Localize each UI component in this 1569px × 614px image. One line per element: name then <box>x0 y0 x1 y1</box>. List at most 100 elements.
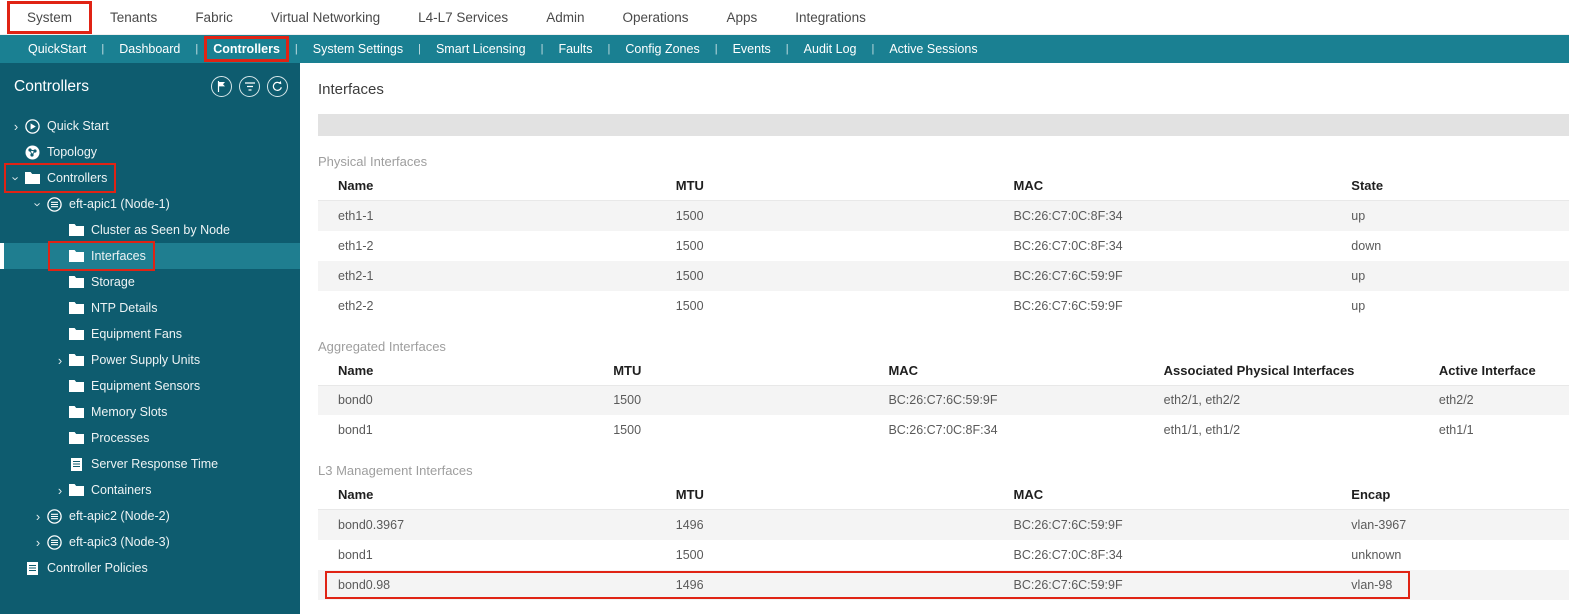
cell-mac: BC:26:C7:6C:59:9F <box>1013 268 1123 283</box>
sidebar-tree: › Quick Start Topology › Controllers › eft-api… <box>0 113 300 581</box>
chevron-right-icon[interactable]: › <box>30 536 46 549</box>
sidebar-item-equipment-sensors[interactable]: Equipment Sensors <box>0 373 300 399</box>
table-row-bond0-3967[interactable]: bond0.3967 1496 BC:26:C7:6C:59:9F vlan-3967 <box>318 509 1569 540</box>
subnav-separator: | <box>195 43 199 55</box>
sidebar-item-interfaces[interactable]: Interfaces <box>0 241 300 271</box>
sidebar-item-quick-start[interactable]: › Quick Start <box>0 113 300 139</box>
topnav-item-apps[interactable]: Apps <box>708 2 777 33</box>
table-row-bond1[interactable]: bond1 1500 BC:26:C7:0C:8F:34 unknown <box>318 540 1569 570</box>
refresh-icon[interactable] <box>267 76 288 97</box>
cell-mac: BC:26:C7:6C:59:9F <box>888 393 998 408</box>
column-header-mtu[interactable]: MTU <box>593 355 869 386</box>
column-header-name[interactable]: Name <box>318 171 656 201</box>
chevron-right-icon[interactable]: › <box>52 484 68 497</box>
topnav-item-virtual-networking[interactable]: Virtual Networking <box>252 2 399 33</box>
column-header-active-interface[interactable]: Active Interface <box>1418 355 1569 386</box>
cell-associated-physical-interfaces: eth1/1, eth1/2 <box>1163 423 1241 437</box>
sidebar-item-controller-policies[interactable]: Controller Policies <box>0 555 300 581</box>
column-header-mac[interactable]: MAC <box>993 171 1332 201</box>
table-row-bond0[interactable]: bond0 1500 BC:26:C7:6C:59:9F eth2/1, eth2/2… <box>318 385 1569 415</box>
column-header-mac[interactable]: MAC <box>993 480 1332 510</box>
subnav-item-quickstart[interactable]: QuickStart <box>22 39 92 59</box>
sidebar-item-equipment-fans[interactable]: Equipment Fans <box>0 321 300 347</box>
column-header-mac[interactable]: MAC <box>868 355 1144 386</box>
pin-icon[interactable] <box>211 76 232 97</box>
sidebar-item-eft-apic3-node-3[interactable]: › eft-apic3 (Node-3) <box>0 529 300 555</box>
subnav-item-active-sessions[interactable]: Active Sessions <box>883 39 983 59</box>
table-row-bond1[interactable]: bond1 1500 BC:26:C7:0C:8F:34 eth1/1, eth1/2… <box>318 415 1569 445</box>
chevron-down-icon[interactable]: › <box>9 170 24 186</box>
cell-mac: BC:26:C7:0C:8F:34 <box>1013 238 1123 253</box>
tree-item-label: Cluster as Seen by Node <box>91 222 230 237</box>
table-row-eth1-2[interactable]: eth1-2 1500 BC:26:C7:0C:8F:34 down <box>318 231 1569 261</box>
topnav-item-system[interactable]: System <box>6 0 93 34</box>
node-icon <box>46 196 62 212</box>
sidebar-item-containers[interactable]: › Containers <box>0 477 300 503</box>
sidebar-item-storage[interactable]: Storage <box>0 269 300 295</box>
cell-name: bond0.3967 <box>338 517 405 532</box>
cell-state: up <box>1351 298 1366 313</box>
table-physical-interfaces: Name MTU MAC State eth1-1 1500 BC:26:C7:0C:8F:… <box>318 171 1569 321</box>
sidebar-item-eft-apic2-node-2[interactable]: › eft-apic2 (Node-2) <box>0 503 300 529</box>
topnav-item-fabric[interactable]: Fabric <box>176 2 252 33</box>
sidebar-item-topology[interactable]: Topology <box>0 139 300 165</box>
topnav-item-operations[interactable]: Operations <box>603 2 707 33</box>
column-header-mtu[interactable]: MTU <box>655 480 994 510</box>
tree-item-inner: Memory Slots <box>52 401 172 423</box>
column-header-name[interactable]: Name <box>318 480 656 510</box>
sidebar-item-eft-apic1-node-1[interactable]: › eft-apic1 (Node-1) <box>0 191 300 217</box>
topnav-item-tenants[interactable]: Tenants <box>91 2 176 33</box>
column-header-associated-physical-interfaces[interactable]: Associated Physical Interfaces <box>1143 355 1419 386</box>
sidebar-item-processes[interactable]: Processes <box>0 425 300 451</box>
cell-state: up <box>1351 208 1366 223</box>
folder-icon <box>24 172 40 184</box>
subnav-separator: | <box>294 43 298 55</box>
folder-icon <box>68 354 84 366</box>
table-row-bond0-98[interactable]: bond0.98 1496 BC:26:C7:6C:59:9F vlan-98 <box>318 569 1569 600</box>
sidebar-item-memory-slots[interactable]: Memory Slots <box>0 399 300 425</box>
subnav-item-system-settings[interactable]: System Settings <box>307 39 409 59</box>
chevron-right-icon[interactable]: › <box>30 510 46 523</box>
chevron-right-icon[interactable]: › <box>8 120 24 133</box>
table-row-eth2-2[interactable]: eth2-2 1500 BC:26:C7:6C:59:9F up <box>318 291 1569 321</box>
table-row-eth1-1[interactable]: eth1-1 1500 BC:26:C7:0C:8F:34 up <box>318 200 1569 231</box>
subnav-item-faults[interactable]: Faults <box>552 39 598 59</box>
subnav-separator: | <box>785 43 789 55</box>
tree-item-inner: NTP Details <box>52 297 162 319</box>
subnav-item-smart-licensing[interactable]: Smart Licensing <box>430 39 532 59</box>
sections-container: Physical Interfaces Name MTU MAC State eth1-1… <box>318 154 1569 600</box>
topnav-item-integrations[interactable]: Integrations <box>776 2 885 33</box>
cell-mtu: 1496 <box>675 517 704 532</box>
column-header-encap[interactable]: Encap <box>1331 480 1569 510</box>
tree-item-label: Topology <box>47 144 98 159</box>
topnav-item-admin[interactable]: Admin <box>527 2 603 33</box>
chevron-right-icon[interactable]: › <box>52 354 68 367</box>
sidebar: Controllers › Quick Start Topology › Control… <box>0 63 300 614</box>
subnav-item-events[interactable]: Events <box>727 39 777 59</box>
folder-icon <box>68 406 84 418</box>
column-header-mtu[interactable]: MTU <box>655 171 994 201</box>
sub-navigation: QuickStart | Dashboard | Controllers | System … <box>0 35 1569 63</box>
table-row-eth2-1[interactable]: eth2-1 1500 BC:26:C7:6C:59:9F up <box>318 260 1569 291</box>
sidebar-header: Controllers <box>0 63 300 107</box>
column-header-name[interactable]: Name <box>318 355 594 386</box>
subnav-item-dashboard[interactable]: Dashboard <box>113 39 186 59</box>
sidebar-item-ntp-details[interactable]: NTP Details <box>0 295 300 321</box>
subnav-item-config-zones[interactable]: Config Zones <box>619 39 705 59</box>
sidebar-item-server-response-time[interactable]: Server Response Time <box>0 451 300 477</box>
main-content: Interfaces Physical Interfaces Name MTU MAC… <box>300 63 1569 614</box>
section-title: Aggregated Interfaces <box>318 338 446 354</box>
sidebar-item-power-supply-units[interactable]: › Power Supply Units <box>0 347 300 373</box>
chevron-down-icon[interactable]: › <box>31 196 46 212</box>
tree-item-inner: › eft-apic2 (Node-2) <box>30 505 175 527</box>
column-header-state[interactable]: State <box>1331 171 1569 201</box>
sidebar-item-cluster-as-seen-by-node[interactable]: Cluster as Seen by Node <box>0 217 300 243</box>
subnav-item-controllers[interactable]: Controllers <box>204 36 289 62</box>
tree-item-label: Controllers <box>47 170 108 185</box>
section-title: Physical Interfaces <box>318 154 428 169</box>
subnav-item-audit-log[interactable]: Audit Log <box>798 39 863 59</box>
folder-icon <box>68 250 84 262</box>
topnav-item-l4-l7-services[interactable]: L4-L7 Services <box>399 2 527 33</box>
filter-icon[interactable] <box>239 76 260 97</box>
sidebar-item-controllers[interactable]: › Controllers <box>0 163 300 193</box>
